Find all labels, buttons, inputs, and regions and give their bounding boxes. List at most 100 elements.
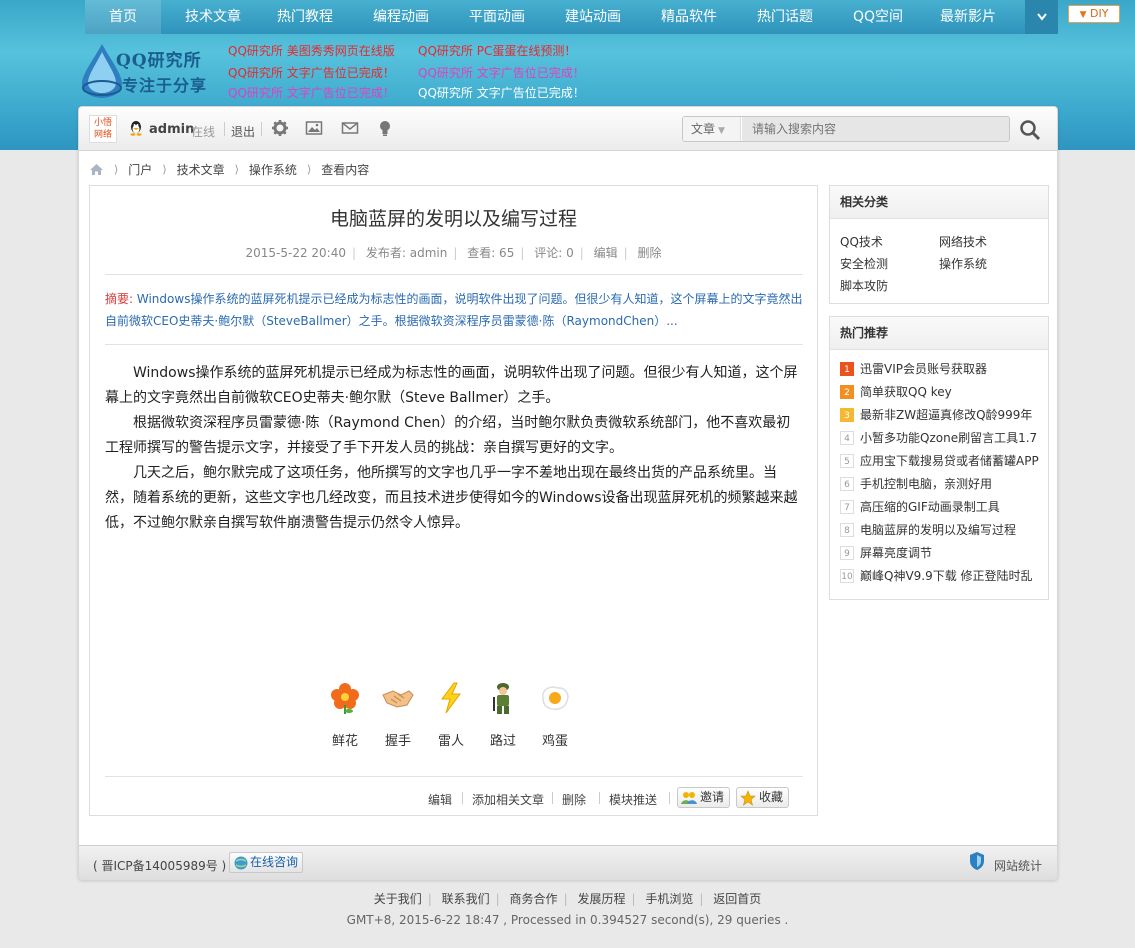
divider: [224, 122, 225, 136]
invite-button[interactable]: 邀请: [677, 787, 730, 808]
delete-link[interactable]: 删除: [637, 246, 661, 260]
container-footer: ( 晋ICP备14005989号 ) 在线咨询 网站统计: [79, 845, 1057, 880]
reaction-label: 鲜花: [331, 734, 358, 749]
footer-link-about[interactable]: 关于我们: [374, 892, 422, 906]
ad-link[interactable]: QQ研究所 美图秀秀网页在线版: [228, 42, 395, 59]
delete-link[interactable]: 删除: [562, 791, 586, 808]
rank-badge: 5: [840, 454, 854, 468]
category-link[interactable]: 安全检测: [840, 255, 888, 272]
nav-more-button[interactable]: [1025, 0, 1058, 34]
mail-icon[interactable]: [341, 119, 359, 137]
nav-tech-articles[interactable]: 技术文章: [169, 0, 257, 34]
gear-icon[interactable]: [271, 119, 289, 137]
reaction-egg[interactable]: 鸡蛋: [535, 681, 575, 749]
nav-programming-animation[interactable]: 编程动画: [353, 0, 449, 34]
footer-link-history[interactable]: 发展历程: [577, 892, 625, 906]
hot-item-title: 应用宝下载搜易贷或者储蓄罐APP: [860, 454, 1039, 468]
online-consult-button[interactable]: 在线咨询: [229, 852, 303, 873]
nav-latest-movies[interactable]: 最新影片: [923, 0, 1013, 34]
hot-item[interactable]: 10 巅峰Q神V9.9下载 修正登陆时乱: [840, 565, 1048, 588]
hot-item[interactable]: 7 高压缩的GIF动画录制工具: [840, 496, 1048, 519]
add-related-link[interactable]: 添加相关文章: [472, 791, 544, 808]
username-link[interactable]: admin: [149, 122, 194, 137]
category-link[interactable]: QQ技术: [840, 233, 883, 250]
hot-item[interactable]: 9 屏幕亮度调节: [840, 542, 1048, 565]
footer-info: GMT+8, 2015-6-22 18:47 , Processed in 0.…: [346, 913, 789, 927]
reaction-flower[interactable]: 鲜花: [325, 681, 365, 749]
reaction-handshake[interactable]: 握手: [378, 681, 418, 749]
nav-hot-tutorials[interactable]: 热门教程: [257, 0, 353, 34]
rank-badge: 7: [840, 500, 854, 514]
ad-link[interactable]: QQ研究所 文字广告位已完成！: [418, 84, 585, 101]
hot-item[interactable]: 5 应用宝下载搜易贷或者储蓄罐APP: [840, 450, 1048, 473]
hot-item[interactable]: 6 手机控制电脑，亲测好用: [840, 473, 1048, 496]
search-icon[interactable]: [1019, 119, 1041, 141]
edit-link[interactable]: 编辑: [594, 246, 618, 260]
reaction-bar: 鲜花 握手 雷人 路过 鸡蛋: [325, 681, 585, 751]
category-list: QQ技术 网络技术 安全检测 操作系统 脚本攻防: [830, 219, 1048, 303]
ad-link[interactable]: QQ研究所 文字广告位已完成！: [228, 84, 395, 101]
ad-link[interactable]: QQ研究所 文字广告位已完成！: [418, 64, 585, 81]
hot-item[interactable]: 3 最新非ZW超逼真修改Q龄999年: [840, 404, 1048, 427]
reaction-label: 鸡蛋: [541, 734, 568, 749]
hot-item[interactable]: 8 电脑蓝屏的发明以及编写过程: [840, 519, 1048, 542]
logout-link[interactable]: 退出: [231, 123, 255, 140]
search-input[interactable]: [742, 117, 1009, 141]
nav-home[interactable]: 首页: [85, 0, 161, 34]
module-push-link[interactable]: 模块推送: [609, 791, 657, 808]
footer-link-home[interactable]: 返回首页: [713, 892, 761, 906]
image-icon[interactable]: [305, 119, 323, 137]
diy-button[interactable]: ▼ DIY: [1068, 5, 1120, 23]
icp-number[interactable]: ( 晋ICP备14005989号 ): [93, 857, 226, 874]
favorite-label: 收藏: [759, 790, 784, 804]
category-link[interactable]: 网络技术: [939, 233, 987, 250]
hot-item[interactable]: 4 小暂多功能Qzone刷留言工具1.7: [840, 427, 1048, 450]
breadcrumb-portal[interactable]: 门户: [128, 161, 152, 178]
nav-graphic-animation[interactable]: 平面动画: [449, 0, 545, 34]
down-arrow-icon: ▼: [1079, 10, 1087, 20]
article-paragraph: 几天之后，鲍尔默完成了这项任务，他所撰写的文字也几乎一字不差地出现在最终出货的产…: [105, 465, 798, 531]
favorite-button[interactable]: 收藏: [736, 787, 789, 808]
divider: [105, 776, 803, 777]
lightbulb-icon[interactable]: [376, 119, 394, 137]
nav-software[interactable]: 精品软件: [641, 0, 737, 34]
nav-qzone[interactable]: QQ空间: [833, 0, 923, 34]
rank-badge: 2: [840, 385, 854, 399]
hot-item[interactable]: 1 迅雷VIP会员账号获取器: [840, 358, 1048, 381]
rank-badge: 1: [840, 362, 854, 376]
breadcrumb-tech-articles[interactable]: 技术文章: [177, 161, 225, 178]
footer-link-contact[interactable]: 联系我们: [442, 892, 490, 906]
hot-item-title: 屏幕亮度调节: [860, 546, 933, 560]
main-container: 小悟网络 admin 在线 退出 文章 ▼ 请输入搜索内容 ⟩ 门户 ⟩ 技术文…: [78, 106, 1058, 880]
search-type-select[interactable]: 文章 ▼: [683, 117, 741, 141]
edit-link[interactable]: 编辑: [428, 791, 452, 808]
site-stats-link[interactable]: 网站统计: [994, 857, 1042, 874]
soldier-icon: [493, 683, 509, 714]
reaction-label: 路过: [489, 734, 516, 749]
category-link[interactable]: 脚本攻防: [840, 277, 888, 294]
article-comments[interactable]: 评论: 0: [534, 246, 574, 260]
divider: [552, 792, 553, 804]
hot-item[interactable]: 2 简单获取QQ key: [840, 381, 1048, 404]
article-author[interactable]: 发布者: admin: [366, 246, 447, 260]
nav-site-animation[interactable]: 建站动画: [545, 0, 641, 34]
breadcrumb-separator: ⟩: [306, 162, 312, 176]
ad-link[interactable]: QQ研究所 文字广告位已完成！: [228, 64, 395, 81]
reaction-passing[interactable]: 路过: [483, 681, 523, 749]
site-logo[interactable]: QQ研究所 专注于分享: [78, 40, 228, 100]
category-link[interactable]: 操作系统: [939, 255, 987, 272]
home-icon[interactable]: [89, 163, 104, 176]
footer-link-mobile[interactable]: 手机浏览: [645, 892, 693, 906]
article-summary: 摘要: Windows操作系统的蓝屏死机提示已经成为标志性的画面，说明软件出现了…: [105, 288, 805, 332]
nav-hot-topics[interactable]: 热门话题: [737, 0, 833, 34]
reaction-shocking[interactable]: 雷人: [431, 681, 471, 749]
hot-item-title: 高压缩的GIF动画录制工具: [860, 500, 1000, 514]
rank-badge: 6: [840, 477, 854, 491]
article-paragraph: 根据微软资深程序员雷蒙德·陈（Raymond Chen）的介绍，当时鲍尔默负责微…: [105, 415, 791, 456]
hot-item-title: 手机控制电脑，亲测好用: [860, 477, 993, 491]
footer-link-business[interactable]: 商务合作: [510, 892, 558, 906]
site-badge[interactable]: 小悟网络: [89, 115, 117, 143]
chevron-down-icon: [1036, 13, 1047, 21]
ad-link[interactable]: QQ研究所 PC蛋蛋在线预测！: [418, 42, 576, 59]
breadcrumb-os[interactable]: 操作系统: [249, 161, 297, 178]
